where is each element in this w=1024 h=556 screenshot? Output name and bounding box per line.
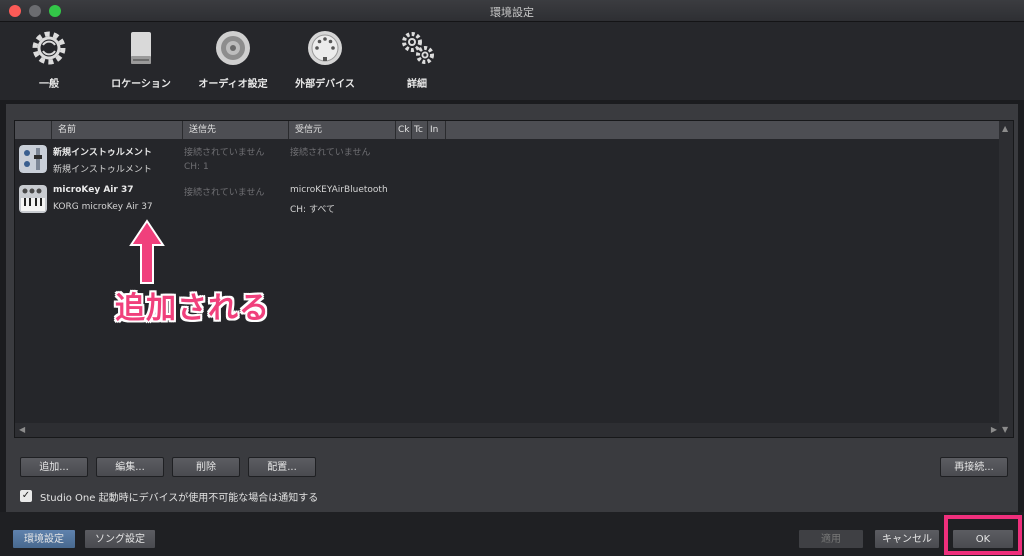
toolbar-item-general[interactable]: 一般 [4,28,94,90]
tab-song-settings[interactable]: ソング設定 [84,529,156,549]
column-header-in[interactable]: In [427,121,445,139]
toolbar-label: 詳細 [407,79,427,90]
toolbar-item-advanced[interactable]: 詳細 [372,28,462,90]
device-name: 新規インストゥルメント [53,148,152,158]
scroll-left-icon[interactable]: ◀ [19,425,25,434]
send-port[interactable]: 接続されていません [184,145,264,158]
delete-device-button[interactable]: 削除 [172,457,240,477]
preferences-toolbar: 一般 ロケーション オーディオ設定 外部デバイス 詳細 [0,22,1024,100]
tab-preferences[interactable]: 環境設定 [12,529,76,549]
apply-button[interactable]: 適用 [798,529,864,549]
receive-channel: CH: 1 [184,162,209,172]
column-header-filler [445,121,1001,139]
bottom-bar: 環境設定 ソング設定 適用 キャンセル OK [0,512,1024,556]
notify-unavailable-checkbox[interactable]: ✓ [20,490,32,502]
midi-port-icon [308,31,342,65]
column-header-icon [15,121,51,139]
instrument-icon [19,145,47,173]
cancel-button[interactable]: キャンセル [874,529,940,549]
device-table: 名前 送信先 受信元 Ck Tc In 新規インストゥルメント 新規インストゥル… [14,120,1014,438]
arrange-button[interactable]: 配置... [248,457,316,477]
horizontal-scrollbar[interactable]: ◀ ▶ [15,423,1001,437]
notify-unavailable-label: Studio One 起動時にデバイスが使用不可能な場合は通知する [40,493,319,504]
toolbar-label: 一般 [39,79,59,90]
toolbar-item-location[interactable]: ロケーション [96,28,186,90]
annotation-label: 追加される [115,291,270,326]
edit-device-button[interactable]: 編集... [96,457,164,477]
column-header-name[interactable]: 名前 [51,121,182,139]
scroll-up-icon[interactable]: ▲ [1002,124,1008,133]
column-header-send[interactable]: 送信先 [182,121,288,139]
table-header: 名前 送信先 受信元 Ck Tc In [15,121,1001,139]
external-devices-panel: 名前 送信先 受信元 Ck Tc In 新規インストゥルメント 新規インストゥル… [6,104,1018,512]
receive-port[interactable]: 接続されていません [290,145,370,158]
annotation-arrow [129,219,165,284]
toolbar-label: ロケーション [111,79,171,90]
column-header-tc[interactable]: Tc [411,121,427,139]
toolbar-item-audio[interactable]: オーディオ設定 [188,28,278,90]
toolbar-label: オーディオ設定 [198,79,268,90]
gear-icon [32,31,66,65]
title-bar: 環境設定 [0,0,1024,22]
ok-highlight-frame [944,515,1022,555]
device-model: 新規インストゥルメント [53,165,152,175]
receive-port[interactable]: microKEYAirBluetooth [290,185,388,195]
toolbar-label: 外部デバイス [295,79,355,90]
column-header-receive[interactable]: 受信元 [288,121,395,139]
speaker-icon [216,31,250,65]
send-port[interactable]: 接続されていません [184,185,264,198]
add-device-button[interactable]: 追加... [20,457,88,477]
reconnect-button[interactable]: 再接続... [940,457,1008,477]
receive-channel: CH: すべて [290,205,335,215]
toolbar-item-external-devices[interactable]: 外部デバイス [280,28,370,90]
table-row[interactable]: 新規インストゥルメント 新規インストゥルメント 接続されていません 接続されてい… [15,141,1001,181]
vertical-scrollbar[interactable]: ▲ ▼ [999,121,1013,437]
column-header-ck[interactable]: Ck [395,121,411,139]
scroll-right-icon[interactable]: ▶ [991,425,997,434]
device-model: KORG microKey Air 37 [53,202,153,212]
drive-icon [131,32,151,64]
scroll-down-icon[interactable]: ▼ [1002,425,1008,434]
device-name: microKey Air 37 [53,185,134,195]
keyboard-icon [19,185,47,213]
gears-icon [402,32,434,64]
table-row[interactable]: microKey Air 37 KORG microKey Air 37 接続さ… [15,181,1001,221]
window-title: 環境設定 [490,6,534,19]
